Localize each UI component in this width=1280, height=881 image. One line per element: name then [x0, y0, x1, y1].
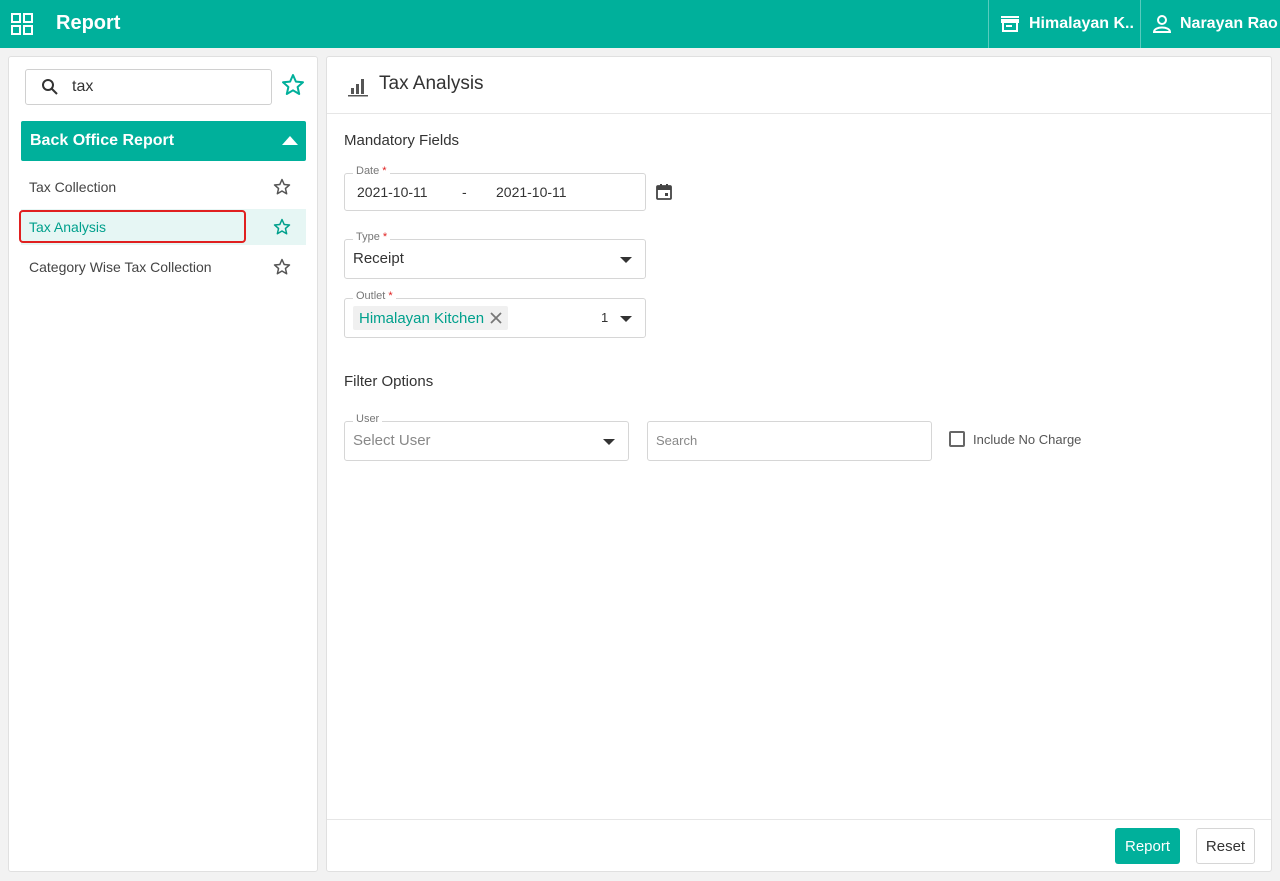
filter-search-input[interactable]: [656, 433, 916, 448]
required-mark: *: [382, 165, 387, 177]
bar-chart-icon: [348, 79, 368, 97]
required-mark: *: [382, 231, 388, 243]
sidebar-search[interactable]: [25, 69, 272, 105]
sidebar-item-tax-collection[interactable]: Tax Collection: [21, 169, 306, 205]
checkbox-box[interactable]: [949, 431, 965, 447]
chevron-down-icon: [603, 439, 615, 445]
mandatory-fields-title: Mandatory Fields: [344, 132, 460, 149]
star-outline-icon[interactable]: [273, 178, 291, 196]
store-icon: [1001, 16, 1019, 32]
calendar-icon[interactable]: [655, 183, 673, 201]
apps-grid-icon[interactable]: [11, 13, 33, 35]
page-title: Tax Analysis: [379, 73, 484, 94]
include-no-charge-checkbox[interactable]: Include No Charge: [949, 431, 1081, 447]
outlet-chip[interactable]: Himalayan Kitchen: [353, 306, 509, 330]
outlet-select[interactable]: Outlet * Himalayan Kitchen 1: [344, 290, 646, 338]
star-outline-icon[interactable]: [273, 218, 291, 236]
date-label: Date: [356, 165, 380, 177]
type-label: Type: [356, 231, 380, 243]
required-mark: *: [388, 290, 393, 302]
user-icon: [1152, 15, 1172, 33]
chevron-down-icon: [620, 316, 632, 322]
filter-options-title: Filter Options: [344, 373, 434, 390]
app-title: Report: [56, 12, 121, 34]
store-name: Himalayan K...: [1029, 15, 1133, 32]
selection-highlight: [19, 210, 246, 243]
section-back-office-report[interactable]: Back Office Report: [21, 121, 306, 161]
date-to[interactable]: 2021-10-11: [496, 184, 567, 200]
sidebar-item-category-wise-tax-collection[interactable]: Category Wise Tax Collection: [21, 249, 306, 285]
outlet-chip-label: Himalayan Kitchen: [359, 309, 485, 327]
user-placeholder: Select User: [353, 432, 431, 449]
sidebar-item-label: Tax Collection: [29, 179, 117, 195]
star-outline-icon[interactable]: [273, 258, 291, 276]
sidebar: Back Office Report Tax Collection Tax An…: [8, 56, 318, 872]
top-bar: Report Himalayan K... Narayan Rao: [0, 0, 1280, 48]
user-select[interactable]: User Select User: [344, 413, 629, 461]
outlet-label: Outlet: [356, 290, 386, 302]
sidebar-search-input[interactable]: [72, 78, 242, 96]
sidebar-item-tax-analysis[interactable]: Tax Analysis: [19, 209, 306, 245]
type-value: Receipt: [353, 250, 404, 267]
sidebar-item-label: Category Wise Tax Collection: [29, 259, 212, 275]
include-no-charge-label: Include No Charge: [973, 431, 1082, 447]
user-menu[interactable]: Narayan Rao: [1140, 0, 1280, 48]
favorites-star-icon[interactable]: [281, 73, 305, 97]
reset-button[interactable]: Reset: [1196, 828, 1255, 864]
date-from[interactable]: 2021-10-11: [357, 184, 428, 200]
chevron-down-icon: [620, 257, 632, 263]
close-icon[interactable]: [490, 312, 502, 324]
report-header: Tax Analysis: [327, 57, 1271, 114]
report-button[interactable]: Report: [1115, 828, 1180, 864]
filter-search[interactable]: [647, 421, 932, 461]
user-label: User: [356, 413, 380, 425]
search-icon: [42, 79, 58, 95]
user-name: Narayan Rao: [1180, 15, 1278, 32]
outlet-count: 1: [601, 310, 609, 325]
date-separator: -: [462, 184, 467, 200]
store-selector[interactable]: Himalayan K...: [988, 0, 1140, 48]
section-title: Back Office Report: [30, 132, 175, 149]
report-panel: Tax Analysis Mandatory Fields Date * 2021…: [326, 56, 1272, 872]
caret-up-icon: [282, 136, 298, 145]
type-select[interactable]: Type * Receipt: [344, 231, 646, 279]
date-range-field[interactable]: Date * 2021-10-11 - 2021-10-11: [344, 165, 646, 211]
